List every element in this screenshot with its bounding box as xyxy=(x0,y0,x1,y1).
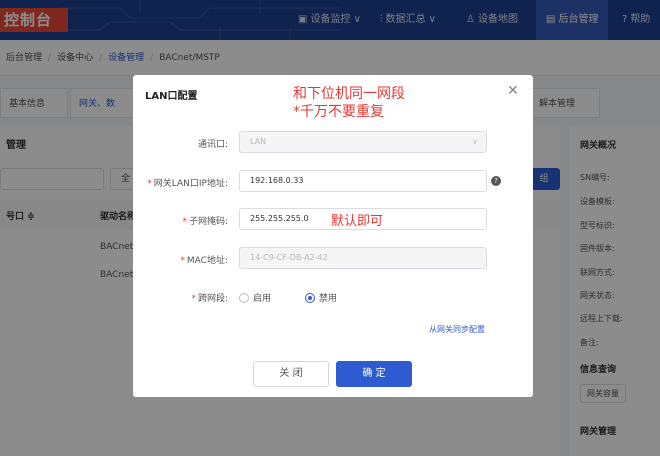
mac-label: * MAC地址: xyxy=(180,256,228,266)
confirm-button[interactable]: 确 定 xyxy=(336,361,412,387)
app-window: 控制台 ▣ 设备监控 ∨ ⫶ 数据汇总 ∨ ♙ 设备地图 ▤ 后台管理 ? 帮助 后台管理… xyxy=(0,0,660,456)
ip-label: * 网关LAN口IP地址: xyxy=(147,179,228,189)
annotation-line: 和下位机同一网段 xyxy=(293,86,405,102)
sync-from-gateway-link[interactable]: 从网关同步配置 xyxy=(429,324,485,335)
radio-checked-icon xyxy=(305,292,315,303)
question-icon[interactable]: ? xyxy=(491,176,501,186)
dialog-title: LAN口配置 xyxy=(145,91,198,102)
annotation-note: 和下位机同一网段 *千万不要重复 xyxy=(293,85,405,121)
radio-circle-icon xyxy=(239,292,249,303)
lan-config-dialog: LAN口配置 ✕ 和下位机同一网段 *千万不要重复 通讯口: LAN ∨ * 网关… xyxy=(133,75,533,397)
close-icon[interactable]: ✕ xyxy=(507,83,519,99)
radio-enable[interactable]: 启用 xyxy=(239,291,271,304)
port-select[interactable]: LAN ∨ xyxy=(239,131,487,153)
chevron-down-icon: ∨ xyxy=(472,137,478,146)
port-value: LAN xyxy=(250,137,267,146)
cancel-button[interactable]: 关 闭 xyxy=(253,361,329,387)
cross-segment-label: * 跨网段: xyxy=(191,294,228,304)
port-label: 通讯口: xyxy=(197,140,228,150)
radio-disable[interactable]: 禁用 xyxy=(305,291,337,304)
annotation-line: *千万不要重复 xyxy=(293,104,384,120)
annotation-default: 默认即可 xyxy=(331,214,384,229)
ip-input[interactable]: 192.168.0.33 xyxy=(239,170,487,192)
mac-input[interactable]: 14-C9-CF-DB-A2-42 xyxy=(239,247,487,269)
mask-label: * 子网掩码: xyxy=(182,217,228,227)
